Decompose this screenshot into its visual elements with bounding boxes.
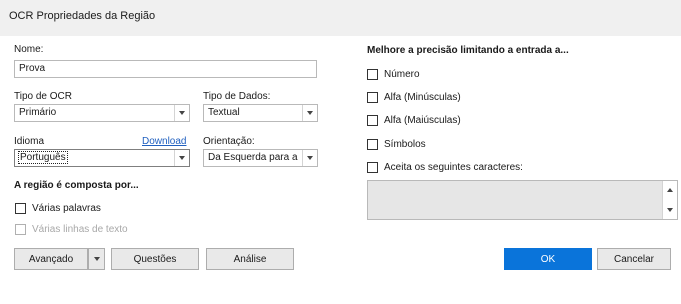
questions-button[interactable]: Questões bbox=[111, 248, 199, 270]
language-label: Idioma bbox=[14, 136, 45, 147]
data-type-label: Tipo de Dados: bbox=[203, 91, 271, 102]
lowercase-checkbox[interactable] bbox=[367, 92, 378, 103]
advanced-dropdown-button[interactable] bbox=[88, 248, 105, 270]
name-input[interactable]: Prova bbox=[14, 60, 317, 78]
advanced-button[interactable]: Avançado bbox=[14, 248, 88, 270]
name-label: Nome: bbox=[14, 44, 44, 55]
language-value: Português bbox=[18, 151, 68, 164]
multiple-words-label: Várias palavras bbox=[32, 203, 101, 214]
symbols-checkbox[interactable] bbox=[367, 139, 378, 150]
number-label: Número bbox=[384, 69, 420, 80]
orientation-label: Orientação: bbox=[203, 136, 255, 147]
data-type-value: Textual bbox=[208, 107, 240, 118]
uppercase-checkbox[interactable] bbox=[367, 115, 378, 126]
title-bar: OCR Propriedades da Região bbox=[0, 0, 681, 36]
scroll-down-icon[interactable] bbox=[663, 203, 677, 217]
custom-chars-checkbox[interactable] bbox=[367, 162, 378, 173]
cancel-button[interactable]: Cancelar bbox=[597, 248, 671, 270]
custom-chars-label: Aceita os seguintes caracteres: bbox=[384, 162, 523, 173]
custom-chars-textarea[interactable] bbox=[367, 180, 678, 220]
data-type-select[interactable]: Textual bbox=[203, 104, 318, 122]
ocr-type-label: Tipo de OCR bbox=[14, 91, 72, 102]
ocr-type-select[interactable]: Primário bbox=[14, 104, 190, 122]
window-title: OCR Propriedades da Região bbox=[9, 10, 156, 22]
chevron-down-icon[interactable] bbox=[302, 150, 317, 166]
analysis-button[interactable]: Análise bbox=[206, 248, 294, 270]
symbols-label: Símbolos bbox=[384, 139, 426, 150]
multiple-lines-label: Várias linhas de texto bbox=[32, 224, 128, 235]
textarea-scrollbar[interactable] bbox=[662, 181, 677, 219]
orientation-select[interactable]: Da Esquerda para a bbox=[203, 149, 318, 167]
ocr-type-value: Primário bbox=[19, 107, 57, 118]
precision-heading: Melhore a precisão limitando a entrada a… bbox=[367, 45, 569, 56]
number-checkbox[interactable] bbox=[367, 69, 378, 80]
chevron-down-icon[interactable] bbox=[302, 105, 317, 121]
chevron-down-icon[interactable] bbox=[174, 105, 189, 121]
lowercase-label: Alfa (Minúsculas) bbox=[384, 92, 461, 103]
uppercase-label: Alfa (Maiúsculas) bbox=[384, 115, 461, 126]
download-link[interactable]: Download bbox=[142, 136, 186, 147]
chevron-down-icon bbox=[93, 257, 100, 261]
chevron-down-icon[interactable] bbox=[174, 150, 189, 166]
region-heading: A região é composta por... bbox=[14, 180, 139, 191]
ok-button[interactable]: OK bbox=[504, 248, 592, 270]
multiple-lines-checkbox[interactable] bbox=[15, 224, 26, 235]
orientation-value: Da Esquerda para a bbox=[208, 152, 298, 163]
scroll-up-icon[interactable] bbox=[663, 183, 677, 197]
multiple-words-checkbox[interactable] bbox=[15, 203, 26, 214]
language-select[interactable]: Português bbox=[14, 149, 190, 167]
